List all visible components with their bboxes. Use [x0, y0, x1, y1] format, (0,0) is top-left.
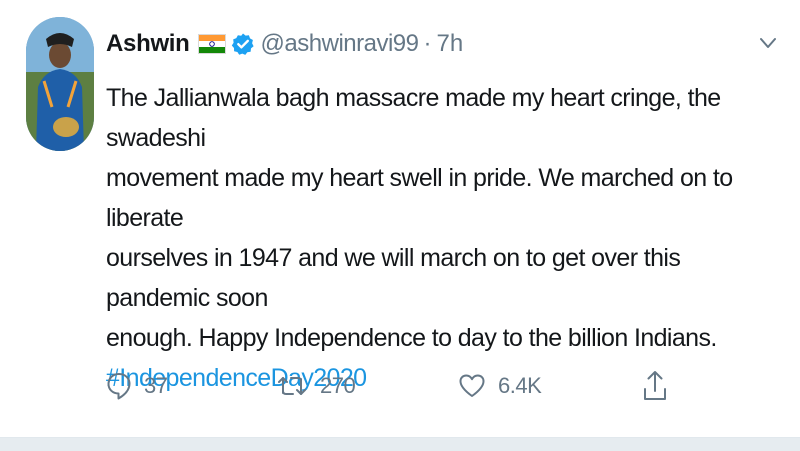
reply-button[interactable]: 37 — [106, 364, 168, 408]
share-button[interactable] — [642, 364, 668, 408]
reply-count: 37 — [144, 373, 168, 398]
like-count: 6.4K — [498, 373, 542, 398]
footer-divider — [0, 437, 800, 451]
chevron-down-icon[interactable] — [756, 32, 780, 54]
verified-badge-icon — [231, 32, 255, 56]
tweet-text-line: ourselves in 1947 and we will march on t… — [106, 244, 681, 312]
tweet-timestamp[interactable]: 7h — [436, 30, 463, 58]
tweet-text-line: The Jallianwala bagh massacre made my he… — [106, 84, 721, 152]
avatar[interactable] — [26, 17, 94, 151]
tweet-card[interactable]: Ashwin @ashwinravi99 · 7h The Jallianwal… — [0, 0, 800, 451]
reply-icon — [107, 373, 131, 400]
tweet-text-line: enough. Happy Independence to day to the… — [106, 324, 717, 352]
retweet-count: 270 — [320, 373, 356, 398]
tweet-actions: 37 270 6.4K — [106, 364, 706, 408]
share-icon — [644, 371, 666, 400]
display-name[interactable]: Ashwin — [106, 30, 190, 58]
user-handle[interactable]: @ashwinravi99 — [261, 30, 419, 58]
tweet-header: Ashwin @ashwinravi99 · 7h — [106, 22, 463, 66]
separator-dot: · — [423, 30, 432, 57]
tweet-text: The Jallianwala bagh massacre made my he… — [106, 78, 746, 398]
heart-icon — [459, 374, 485, 397]
avatar-photo — [26, 17, 94, 151]
like-button[interactable]: 6.4K — [458, 364, 542, 408]
retweet-button[interactable]: 270 — [276, 364, 356, 408]
tweet-text-line: movement made my heart swell in pride. W… — [106, 164, 733, 232]
india-flag-icon — [197, 34, 226, 54]
retweet-icon — [278, 377, 306, 395]
